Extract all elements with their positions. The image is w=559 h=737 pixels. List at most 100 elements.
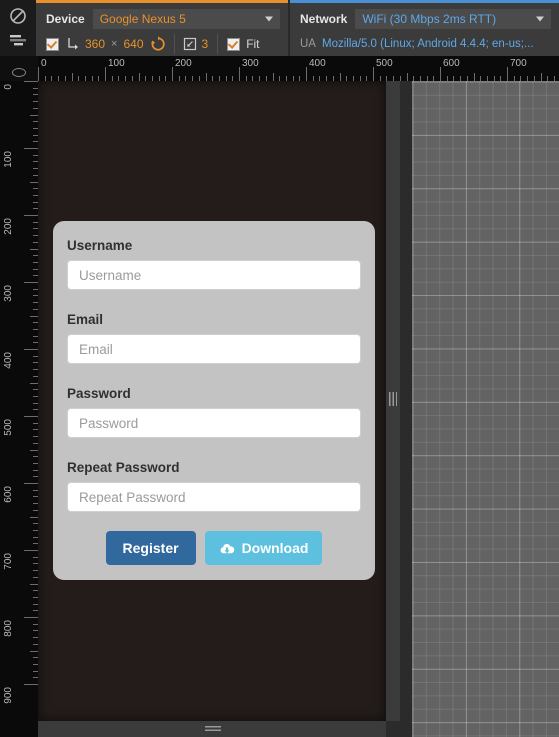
ruler-tick: [473, 73, 475, 81]
ruler-tick: [30, 516, 38, 518]
chevron-down-icon: [536, 16, 544, 22]
device-select[interactable]: Google Nexus 5: [92, 9, 280, 29]
rotate-icon[interactable]: [65, 36, 81, 52]
ruler-tick: [71, 73, 73, 81]
ruler-label: 300: [3, 285, 14, 302]
password-input[interactable]: [67, 408, 361, 438]
ruler-label: 200: [3, 218, 14, 235]
ruler-label: 500: [3, 419, 14, 436]
ruler-label: 600: [3, 486, 14, 503]
download-button[interactable]: Download: [204, 531, 323, 565]
ruler-tick: [24, 349, 38, 350]
repeat-password-label: Repeat Password: [67, 460, 180, 475]
ruler-label: 300: [242, 58, 259, 69]
ruler-label: 200: [175, 58, 192, 69]
width-resize-handle[interactable]: [386, 81, 400, 721]
ruler-tick: [138, 73, 140, 81]
ruler-tick: [24, 215, 38, 216]
ruler-tick: [24, 416, 38, 417]
ruler-tick: [30, 114, 38, 116]
ruler-tick: [105, 67, 106, 81]
ruler-tick: [24, 550, 38, 551]
ruler-tick: [24, 617, 38, 618]
ruler-label: 0: [41, 58, 47, 69]
dimension-separator: ×: [111, 38, 118, 50]
vertical-ruler: 0 100 200 300 400 500 600 700 800 900: [0, 56, 38, 737]
register-button[interactable]: Register: [105, 531, 196, 565]
ruler-tick: [24, 81, 38, 82]
device-pixel-ratio[interactable]: 3: [202, 37, 209, 51]
ruler-tick: [24, 483, 38, 484]
ruler-label: 600: [443, 58, 460, 69]
resize-grip-icon: [389, 392, 397, 406]
user-agent-value[interactable]: Mozilla/5.0 (Linux; Android 4.4.4; en-us…: [322, 38, 534, 50]
field-group-password: Password: [67, 386, 361, 438]
ruler-label: 500: [376, 58, 393, 69]
email-input[interactable]: [67, 334, 361, 364]
resize-grip-icon: [205, 726, 221, 733]
network-label: Network: [300, 12, 348, 26]
dpr-icon[interactable]: [183, 37, 197, 51]
device-label: Device: [46, 12, 85, 26]
ruler-tick: [24, 282, 38, 283]
ruler-tick: [30, 315, 38, 317]
fit-checkbox[interactable]: [227, 37, 241, 51]
ruler-label: 700: [3, 553, 14, 570]
horizontal-ruler: 0 100 200 300 400 500 600 700: [0, 56, 559, 81]
repeat-password-input[interactable]: [67, 482, 361, 512]
fit-label: Fit: [246, 37, 260, 51]
ruler-label: 400: [3, 352, 14, 369]
ruler-label: 100: [3, 151, 14, 168]
device-width[interactable]: 360: [85, 37, 105, 51]
height-resize-handle[interactable]: [38, 721, 386, 737]
ruler-tick: [440, 67, 441, 81]
device-height[interactable]: 640: [123, 37, 143, 51]
ruler-tick: [38, 67, 39, 81]
network-panel: Network WiFi (30 Mbps 2ms RTT) UA Mozill…: [290, 0, 559, 59]
ruler-tick: [30, 248, 38, 250]
ruler-tick: [24, 148, 38, 149]
device-screen-checkbox[interactable]: [46, 37, 59, 51]
ruler-label: 100: [108, 58, 125, 69]
ruler-label: 700: [510, 58, 527, 69]
ruler-label: 0: [3, 84, 14, 90]
ruler-tick: [30, 449, 38, 451]
field-group-email: Email: [67, 312, 361, 364]
device-panel: Device Google Nexus 5 360 × 640 3 Fit: [36, 0, 288, 59]
network-select[interactable]: WiFi (30 Mbps 2ms RTT): [355, 9, 551, 29]
ruler-tick: [30, 382, 38, 384]
throttling-icon[interactable]: [8, 30, 28, 50]
device-toolbar: Device Google Nexus 5 360 × 640 3 Fit Ne…: [0, 0, 559, 59]
device-select-value: Google Nexus 5: [99, 12, 186, 26]
ruler-tick: [406, 73, 408, 81]
device-mode-screen: Device Google Nexus 5 360 × 640 3 Fit Ne…: [0, 0, 559, 737]
device-viewport[interactable]: Username Email Password Repeat Password: [38, 81, 386, 721]
network-select-value: WiFi (30 Mbps 2ms RTT): [362, 12, 497, 26]
user-agent-label: UA: [300, 38, 316, 50]
toolbar-rail: [0, 0, 36, 56]
ruler-corner: [0, 56, 38, 81]
ruler-tick: [373, 67, 374, 81]
field-group-repeat-password: Repeat Password: [67, 460, 361, 512]
ruler-tick: [205, 73, 207, 81]
field-group-username: Username: [67, 238, 361, 290]
ruler-label: 800: [3, 620, 14, 637]
username-input[interactable]: [67, 260, 361, 290]
ruler-tick: [172, 67, 173, 81]
ruler-tick: [30, 650, 38, 652]
disable-network-icon[interactable]: [8, 6, 28, 26]
grid-background: [412, 81, 559, 737]
ruler-tick: [30, 583, 38, 585]
ruler-tick: [540, 73, 542, 81]
register-button-label: Register: [122, 540, 179, 556]
ruler-origin-icon: [12, 68, 26, 77]
email-label: Email: [67, 312, 104, 327]
ruler-label: 400: [309, 58, 326, 69]
password-label: Password: [67, 386, 131, 401]
cloud-download-icon: [220, 543, 234, 553]
device-stage: Username Email Password Repeat Password: [38, 81, 559, 737]
ruler-tick: [239, 67, 240, 81]
ruler-tick: [339, 73, 341, 81]
reload-icon[interactable]: [150, 36, 166, 52]
ruler-tick: [30, 181, 38, 183]
